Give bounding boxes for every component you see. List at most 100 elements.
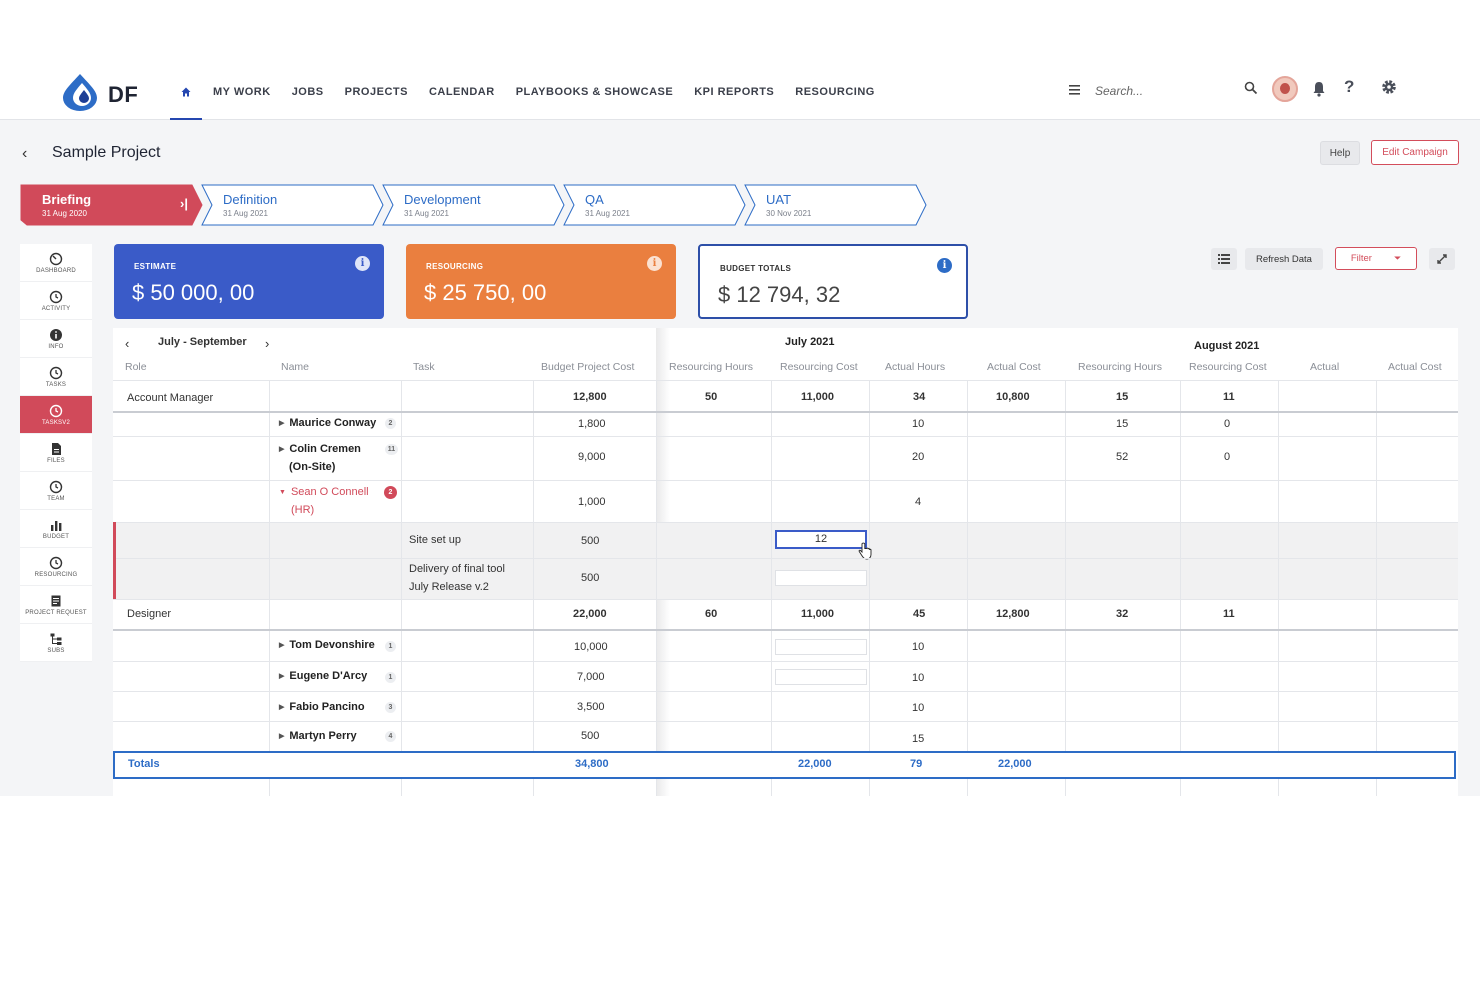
stage-qa[interactable]: QA 31 Aug 2021 — [563, 184, 747, 226]
next-period-icon[interactable]: › — [265, 336, 269, 351]
stage-uat[interactable]: UAT 30 Nov 2021 — [744, 184, 928, 226]
jul-actual-hours-cell: 10 — [912, 672, 925, 684]
sidebar-item-budget[interactable]: BUDGET — [20, 510, 92, 548]
stage-briefing[interactable]: Briefing 31 Aug 2020 ›| — [20, 184, 204, 226]
nav-jobs[interactable]: JOBS — [292, 64, 324, 120]
person-name-cell[interactable]: ▼ Sean O Connell — [279, 486, 369, 498]
sidebar-item-dashboard[interactable]: DASHBOARD — [20, 244, 92, 282]
sidebar-item-info[interactable]: INFO — [20, 320, 92, 358]
budget-cell: 3,500 — [577, 701, 605, 713]
column-header-actual-cost[interactable]: Actual Cost — [1388, 361, 1442, 373]
count-badge: 11 — [385, 444, 398, 455]
aug-res-cost-cell: 0 — [1224, 418, 1231, 430]
nav-my-work[interactable]: MY WORK — [213, 64, 271, 120]
sidebar-item-project-request[interactable]: PROJECT REQUEST — [20, 586, 92, 624]
jul-actual-hours-cell: 45 — [913, 608, 926, 620]
sidebar-item-label: BUDGET — [42, 533, 70, 540]
expand-caret-icon[interactable]: ▶ — [279, 732, 284, 740]
edit-campaign-button[interactable]: Edit Campaign — [1371, 140, 1459, 165]
resourcing-cost-input[interactable] — [775, 669, 867, 685]
person-name: Sean O Connell — [290, 486, 369, 498]
search-icon[interactable] — [1244, 81, 1258, 95]
aug-res-cost-cell: 0 — [1224, 451, 1231, 463]
logo[interactable]: DF — [60, 73, 140, 111]
hierarchy-icon — [50, 633, 62, 645]
jul-res-hours-cell: 50 — [705, 391, 718, 403]
jul-res-hours-cell: 60 — [705, 608, 718, 620]
column-header-actual[interactable]: Actual — [1310, 361, 1339, 373]
info-icon — [50, 328, 62, 341]
totals-budget: 34,800 — [575, 758, 609, 770]
person-name-cell[interactable]: ▶ Colin Cremen — [279, 443, 361, 455]
sidebar-item-subs[interactable]: SUBS — [20, 624, 92, 662]
sidebar-item-activity[interactable]: ACTIVITY — [20, 282, 92, 320]
list-view-icon[interactable] — [1211, 248, 1237, 270]
column-header-actual-hours[interactable]: Actual Hours — [885, 361, 945, 373]
expand-caret-icon[interactable]: ▶ — [279, 445, 284, 453]
search-input[interactable] — [1095, 78, 1255, 104]
jul-actual-hours-cell: 10 — [912, 702, 925, 714]
person-name-cell[interactable]: ▶ Eugene D'Arcy — [279, 670, 367, 682]
jul-actual-hours-cell: 20 — [912, 451, 925, 463]
user-avatar[interactable] — [1272, 76, 1298, 102]
sidebar-item-tasks[interactable]: TASKS — [20, 358, 92, 396]
document-icon — [51, 595, 61, 606]
nav-projects[interactable]: PROJECTS — [345, 64, 408, 120]
column-header-resourcing-hours[interactable]: Resourcing Hours — [669, 361, 753, 373]
column-header-budget[interactable]: Budget Project Cost — [541, 361, 634, 373]
sidebar-item-tasksv2[interactable]: TASKSV2 — [20, 396, 92, 434]
resourcing-cost-input[interactable] — [775, 570, 867, 586]
sidebar-item-label: DASHBOARD — [36, 267, 76, 274]
expand-caret-icon[interactable]: ▶ — [279, 672, 284, 680]
person-name-cell[interactable]: ▶ Tom Devonshire — [279, 639, 375, 651]
resourcing-cost-input[interactable] — [775, 639, 867, 655]
column-header-task[interactable]: Task — [413, 361, 435, 373]
nav-calendar[interactable]: CALENDAR — [429, 64, 495, 120]
person-name-cell[interactable]: ▶ Martyn Perry — [279, 730, 357, 742]
stage-date: 31 Aug 2020 — [42, 209, 87, 218]
expand-caret-icon[interactable]: ▶ — [279, 641, 284, 649]
info-icon[interactable]: i — [355, 256, 370, 271]
project-stages: Briefing 31 Aug 2020 ›| Definition 31 Au… — [20, 184, 940, 226]
column-header-role[interactable]: Role — [125, 361, 147, 373]
collapse-caret-icon[interactable]: ▼ — [279, 489, 286, 496]
column-header-resourcing-cost[interactable]: Resourcing Cost — [1189, 361, 1267, 373]
sidebar-item-team[interactable]: TEAM — [20, 472, 92, 510]
jul-actual-hours-cell: 34 — [913, 391, 926, 403]
column-header-resourcing-cost[interactable]: Resourcing Cost — [780, 361, 858, 373]
sidebar-item-label: TEAM — [47, 495, 65, 502]
nav-playbooks[interactable]: PLAYBOOKS & SHOWCASE — [516, 64, 674, 120]
filter-button[interactable]: Filter ⏷ — [1335, 247, 1417, 270]
expand-caret-icon[interactable]: ▶ — [279, 703, 284, 711]
skip-to-end-icon[interactable]: ›| — [180, 196, 188, 211]
totals-jul-actual-cost: 22,000 — [998, 758, 1032, 770]
stage-name: Briefing — [42, 192, 92, 207]
nav-resourcing[interactable]: RESOURCING — [795, 64, 875, 120]
column-header-actual-cost[interactable]: Actual Cost — [987, 361, 1041, 373]
period-label: July - September — [158, 336, 247, 348]
help-button[interactable]: Help — [1320, 141, 1360, 165]
info-icon[interactable]: i — [937, 258, 952, 273]
sidebar-item-resourcing[interactable]: RESOURCING — [20, 548, 92, 586]
bell-icon[interactable] — [1311, 80, 1327, 98]
resourcing-table: ‹ July - September › July 2021 August 20… — [113, 328, 1458, 796]
sidebar-item-files[interactable]: FILES — [20, 434, 92, 472]
hamburger-menu-icon[interactable] — [1068, 80, 1082, 100]
resourcing-cost-input[interactable]: 12 — [775, 530, 867, 549]
prev-period-icon[interactable]: ‹ — [125, 336, 129, 351]
stage-definition[interactable]: Definition 31 Aug 2021 — [201, 184, 385, 226]
column-header-name[interactable]: Name — [281, 361, 309, 373]
info-icon[interactable]: i — [647, 256, 662, 271]
nav-kpi-reports[interactable]: KPI REPORTS — [694, 64, 774, 120]
person-name-cell[interactable]: ▶ Maurice Conway — [279, 417, 376, 429]
column-header-resourcing-hours[interactable]: Resourcing Hours — [1078, 361, 1162, 373]
expand-icon[interactable] — [1429, 248, 1455, 270]
refresh-data-button[interactable]: Refresh Data — [1245, 248, 1323, 270]
stage-development[interactable]: Development 31 Aug 2021 — [382, 184, 566, 226]
expand-caret-icon[interactable]: ▶ — [279, 419, 284, 427]
gear-icon[interactable] — [1380, 78, 1398, 96]
person-name-cell[interactable]: ▶ Fabio Pancino — [279, 701, 365, 713]
help-icon[interactable]: ? — [1344, 77, 1354, 97]
nav-home[interactable] — [170, 64, 202, 120]
back-chevron-icon[interactable]: ‹ — [22, 145, 27, 163]
